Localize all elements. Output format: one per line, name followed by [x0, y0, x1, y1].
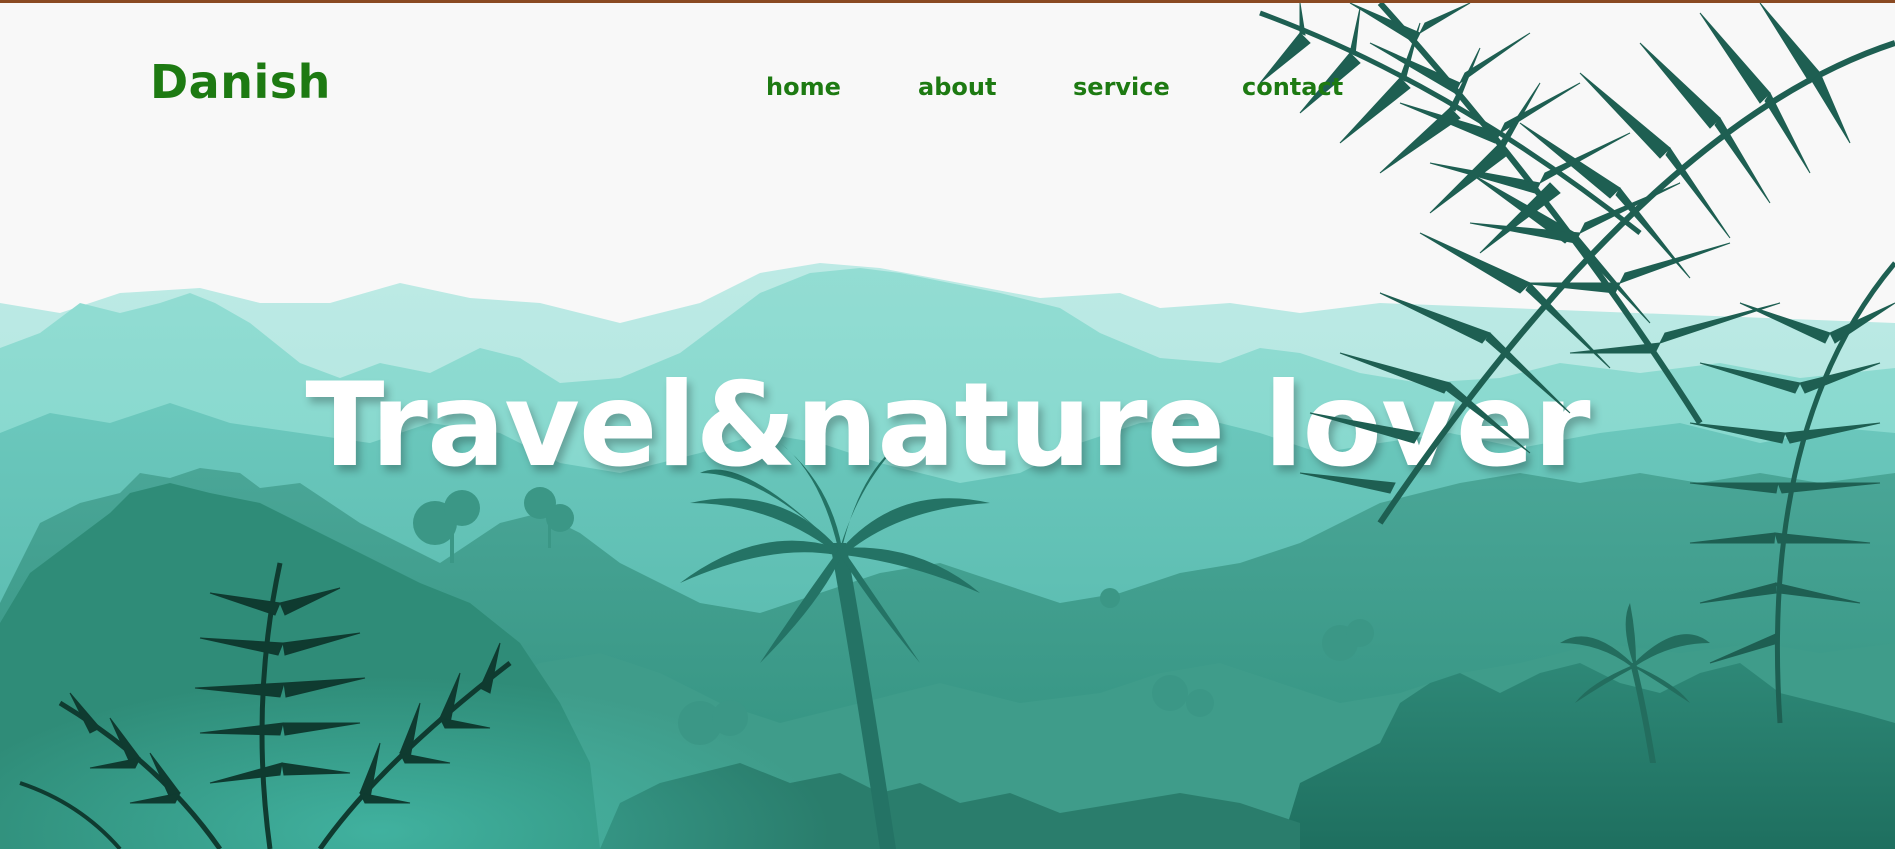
brand-logo[interactable]: Danish — [150, 55, 331, 109]
nav-link-home[interactable]: home — [766, 73, 841, 101]
nav-link-service[interactable]: service — [1073, 73, 1170, 101]
nav-link-contact[interactable]: contact — [1242, 73, 1343, 101]
nav-link-about[interactable]: about — [918, 73, 996, 101]
hero-title: Travel&nature lover — [305, 358, 1590, 493]
